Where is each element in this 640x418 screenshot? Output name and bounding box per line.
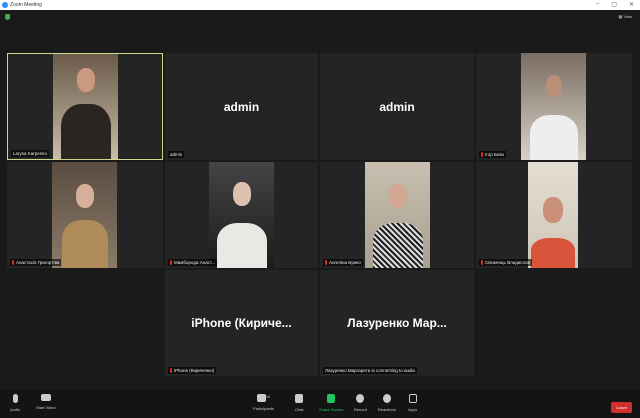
record-icon	[356, 394, 365, 403]
participant-video	[52, 162, 117, 268]
meeting-toolbar: Audio Start Video 10 Participants Chat Sh…	[0, 390, 640, 418]
participant-name-label: Larysa Karpenko	[11, 150, 50, 157]
muted-mic-icon	[481, 260, 483, 265]
chat-icon	[295, 394, 304, 403]
maximize-button[interactable]: ▢	[611, 1, 617, 8]
participant-name-label: Ігор Бевз	[479, 151, 506, 158]
participant-name-label: Свєженць Владислав	[479, 259, 533, 266]
muted-mic-icon	[325, 260, 327, 265]
close-button[interactable]: ✕	[629, 1, 634, 8]
participant-display-name: admin	[379, 99, 415, 114]
minimize-button[interactable]: –	[596, 1, 599, 8]
microphone-muted-icon	[12, 394, 18, 403]
participant-name-label: Лазуренко Маргарита is connecting to aud…	[323, 367, 418, 374]
video-tile[interactable]: Larysa Karpenko	[7, 53, 163, 160]
video-tile[interactable]: Свєженць Владислав	[476, 162, 632, 268]
title-bar: Zoom Meeting – ▢ ✕	[0, 0, 640, 10]
video-tile[interactable]: admin admin	[165, 53, 318, 160]
chat-button[interactable]: Chat	[295, 394, 303, 412]
video-tile[interactable]: Мамборода Анаст...	[165, 162, 318, 268]
participant-name-label: Ангеліна Бужко	[323, 259, 363, 266]
participant-display-name: admin	[223, 99, 260, 114]
participant-name-label: admin	[168, 151, 185, 158]
participant-video	[365, 162, 430, 268]
video-tile[interactable]: Анастасія Григор'єва	[7, 162, 163, 268]
apps-button[interactable]: Apps	[408, 394, 417, 412]
participant-display-name: iPhone (Киричe...	[191, 316, 292, 330]
share-screen-button[interactable]: Share Screen	[319, 394, 343, 412]
video-tile[interactable]: Лазуренко Мар... Лазуренко Маргарита is …	[320, 270, 474, 376]
participant-video	[521, 53, 586, 160]
view-label: View	[623, 14, 632, 19]
video-tile[interactable]: Ігор Бевз	[476, 53, 632, 160]
security-shield-icon[interactable]	[5, 14, 10, 20]
start-video-button[interactable]: Start Video	[36, 394, 56, 410]
muted-mic-icon	[170, 368, 172, 373]
participant-display-name: Лазуренко Мар...	[347, 316, 447, 330]
video-tile[interactable]: iPhone (Киричe... iPhone (Кириченко)	[165, 270, 318, 376]
zoom-logo-icon	[2, 2, 8, 8]
apps-icon	[408, 394, 417, 403]
video-tile[interactable]: Ангеліна Бужко	[320, 162, 474, 268]
reactions-button[interactable]: Reactions	[378, 394, 396, 412]
audio-button[interactable]: Audio	[10, 394, 20, 412]
participant-name-label: iPhone (Кириченко)	[168, 367, 217, 374]
muted-mic-icon	[481, 152, 483, 157]
record-button[interactable]: Record	[354, 394, 367, 412]
participants-icon	[256, 394, 266, 402]
video-tile[interactable]: admin	[320, 53, 474, 160]
video-off-icon	[40, 394, 51, 401]
leave-button[interactable]: Leave	[611, 402, 632, 413]
participant-video	[209, 162, 274, 268]
participant-video	[53, 54, 118, 159]
participant-video	[528, 162, 578, 268]
reactions-icon	[382, 394, 391, 403]
muted-mic-icon	[170, 260, 172, 265]
participant-name-label: Мамборода Анаст...	[168, 259, 218, 266]
share-screen-icon	[327, 394, 336, 403]
view-button[interactable]: ▦ View	[619, 14, 633, 19]
participant-name-label: Анастасія Григор'єва	[10, 259, 62, 266]
window-title: Zoom Meeting	[10, 2, 42, 8]
participants-button[interactable]: 10 Participants	[253, 394, 274, 411]
muted-mic-icon	[12, 260, 14, 265]
